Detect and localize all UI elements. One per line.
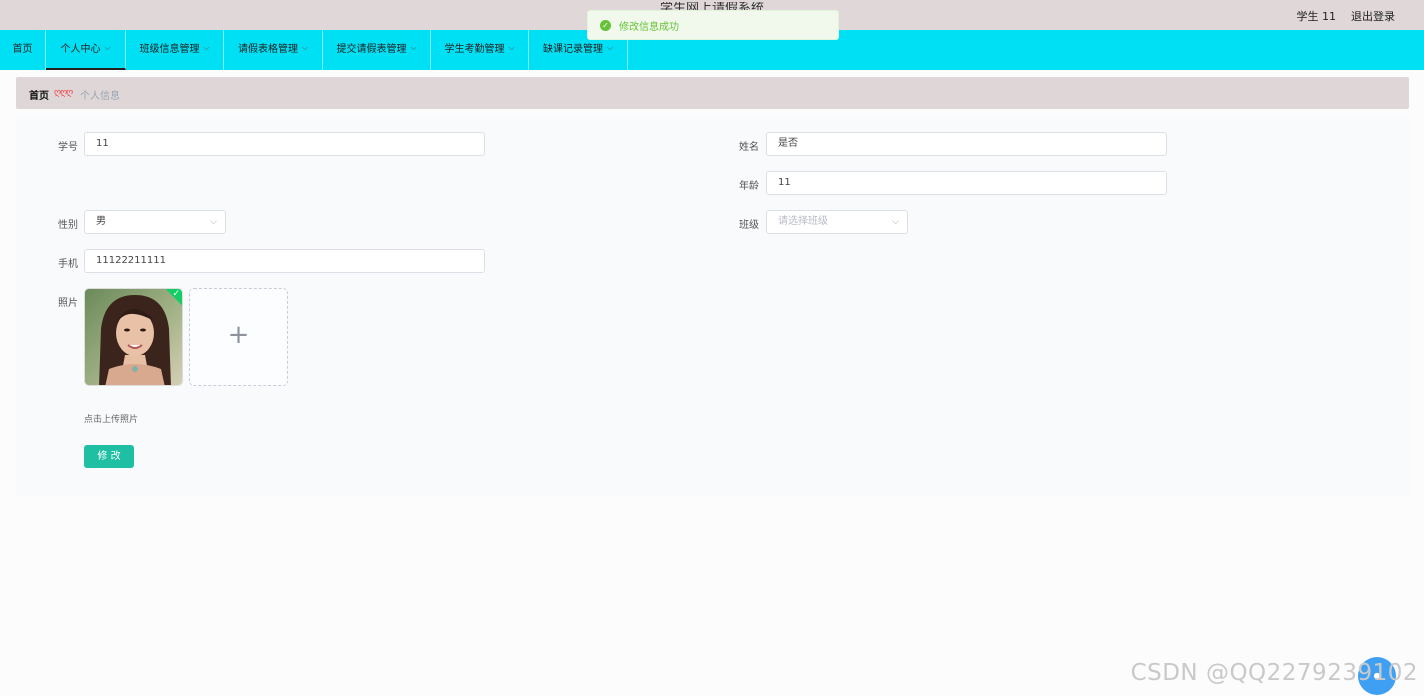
chevron-down-icon: ⌵	[508, 43, 515, 52]
nav-item-personal-center[interactable]: 个人中心 ⌵	[46, 30, 126, 70]
breadcrumb: 首页 ღღღ 个人信息	[16, 77, 1409, 109]
breadcrumb-current: 个人信息	[80, 91, 120, 102]
nav-item-submit-leave[interactable]: 提交请假表管理 ⌵	[323, 30, 431, 70]
class-placeholder: 请选择班级	[778, 216, 828, 227]
nav-item-home[interactable]: 首页	[0, 30, 46, 70]
chevron-down-icon: ⌵	[892, 217, 899, 227]
check-icon: ✓	[172, 289, 180, 299]
upload-button[interactable]: +	[189, 288, 288, 386]
breadcrumb-separator: ღღღ	[54, 88, 73, 98]
nav-item-label: 缺课记录管理	[542, 44, 603, 55]
nav-item-class-info[interactable]: 班级信息管理 ⌵	[126, 30, 224, 70]
nav-item-leave-form[interactable]: 请假表格管理 ⌵	[224, 30, 323, 70]
student-id-label: 学号	[58, 142, 78, 153]
name-input[interactable]: 是否	[766, 132, 1167, 156]
portrait-image	[85, 289, 182, 385]
uploaded-photo[interactable]: ✓	[84, 288, 183, 386]
class-select[interactable]: 请选择班级 ⌵	[766, 210, 908, 234]
nav-item-label: 个人中心	[60, 44, 101, 55]
logout-link[interactable]: 退出登录	[1351, 8, 1395, 24]
gender-label: 性别	[58, 220, 78, 231]
submit-button[interactable]: 修 改	[84, 445, 134, 468]
nav-item-label: 班级信息管理	[139, 44, 200, 55]
nav-item-label: 提交请假表管理	[336, 44, 407, 55]
gender-value: 男	[96, 216, 106, 227]
class-label: 班级	[739, 220, 759, 231]
photo-label: 照片	[58, 298, 78, 309]
toast-message: 修改信息成功	[619, 21, 679, 33]
student-id-input[interactable]: 11	[84, 132, 485, 156]
gender-select[interactable]: 男 ⌵	[84, 210, 226, 234]
phone-label: 手机	[58, 259, 78, 270]
chevron-down-icon: ⌵	[203, 43, 210, 52]
name-label: 姓名	[739, 142, 759, 153]
breadcrumb-home[interactable]: 首页	[29, 87, 49, 102]
success-toast: ✓ 修改信息成功	[587, 10, 839, 40]
chevron-down-icon: ⌵	[301, 43, 309, 52]
current-user: 学生 11	[1296, 10, 1337, 23]
phone-input[interactable]: 11122211111	[84, 249, 485, 273]
chevron-down-icon: ⌵	[606, 43, 614, 52]
chevron-down-icon: ⌵	[410, 43, 417, 52]
plus-icon: +	[227, 320, 250, 350]
chevron-down-icon: ⌵	[104, 43, 111, 52]
chevron-down-icon: ⌵	[210, 217, 217, 227]
success-check-icon: ✓	[600, 19, 611, 31]
age-label: 年龄	[739, 181, 759, 192]
nav-item-label: 学生考勤管理	[444, 44, 505, 55]
watermark: CSDN @QQ2279239102	[1130, 660, 1418, 686]
age-input[interactable]: 11	[766, 171, 1167, 195]
upload-tip: 点击上传照片	[84, 415, 139, 425]
nav-item-attendance[interactable]: 学生考勤管理 ⌵	[431, 30, 529, 70]
nav-item-label: 请假表格管理	[237, 44, 298, 55]
nav-item-label: 首页	[12, 44, 33, 55]
